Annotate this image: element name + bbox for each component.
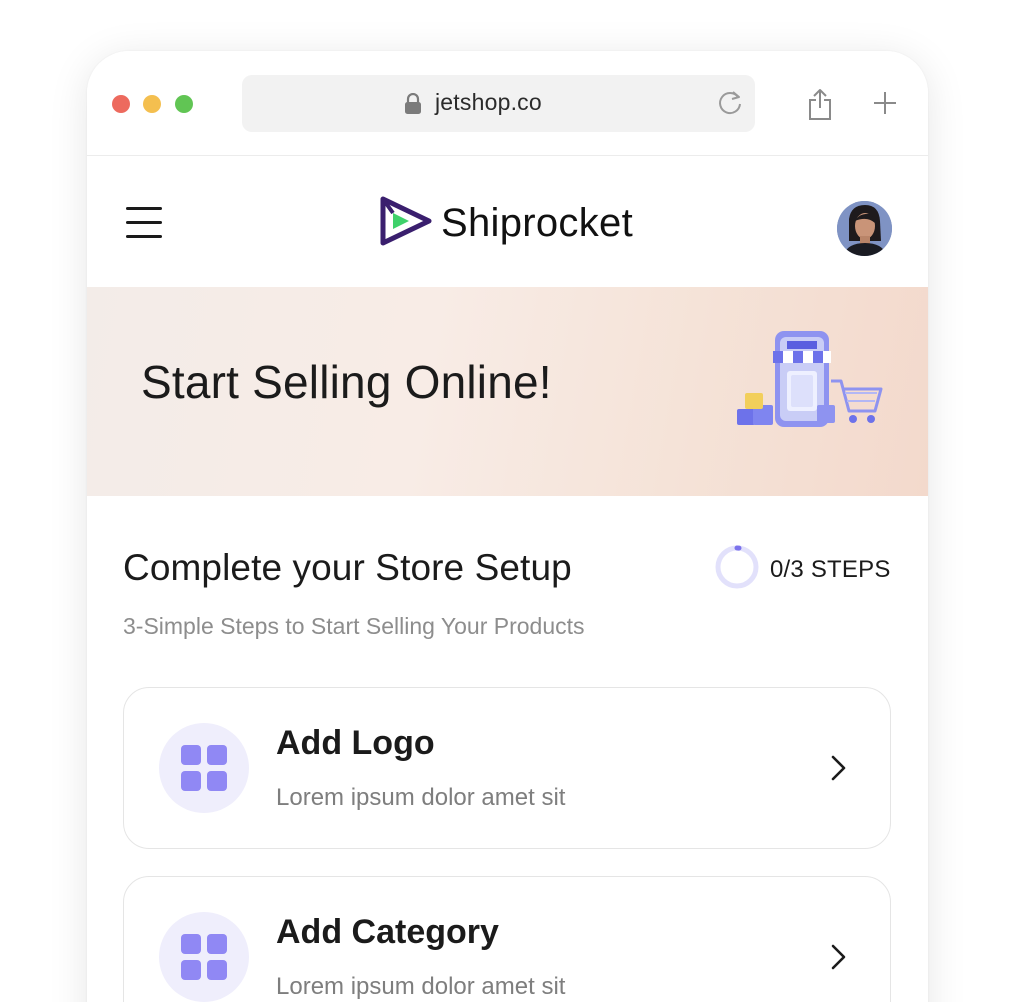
task-title: Add Category xyxy=(276,913,499,951)
task-card-add-category[interactable]: Add Category Lorem ipsum dolor amet sit xyxy=(123,876,891,1002)
browser-toolbar: jetshop.co xyxy=(87,51,928,156)
task-icon-wrapper xyxy=(159,723,249,813)
online-store-illustration xyxy=(731,327,891,442)
task-title: Add Logo xyxy=(276,724,435,762)
chevron-right-icon xyxy=(830,943,848,976)
browser-window: jetshop.co Shiprocket Start Selling Onli… xyxy=(87,51,928,1002)
setup-title: Complete your Store Setup xyxy=(123,547,572,588)
chevron-right-icon xyxy=(830,754,848,787)
user-avatar[interactable] xyxy=(837,201,892,256)
shiprocket-logo-icon xyxy=(379,193,433,254)
address-bar[interactable]: jetshop.co xyxy=(242,75,755,132)
task-description: Lorem ipsum dolor amet sit xyxy=(276,973,566,1000)
steps-progress: 0/3 STEPS xyxy=(714,544,891,595)
progress-ring-icon xyxy=(714,544,760,595)
new-tab-icon[interactable] xyxy=(873,91,897,120)
brand-logo[interactable]: Shiprocket xyxy=(379,195,633,251)
task-icon-wrapper xyxy=(159,912,249,1002)
app-header: Shiprocket xyxy=(87,157,928,287)
minimize-window-button[interactable] xyxy=(143,95,161,113)
hamburger-icon[interactable] xyxy=(126,205,162,241)
url-text: jetshop.co xyxy=(435,89,542,115)
close-window-button[interactable] xyxy=(112,95,130,113)
zoom-window-button[interactable] xyxy=(175,95,193,113)
setup-subtitle: 3-Simple Steps to Start Selling Your Pro… xyxy=(123,613,585,639)
task-description: Lorem ipsum dolor amet sit xyxy=(276,784,566,811)
brand-name: Shiprocket xyxy=(441,200,633,245)
banner-title: Start Selling Online! xyxy=(141,356,552,408)
lock-icon xyxy=(404,92,422,120)
share-icon[interactable] xyxy=(807,87,833,126)
task-card-add-logo[interactable]: Add Logo Lorem ipsum dolor amet sit xyxy=(123,687,891,849)
grid-icon xyxy=(181,745,227,791)
steps-count: 0/3 STEPS xyxy=(770,555,891,583)
grid-icon xyxy=(181,934,227,980)
reload-icon[interactable] xyxy=(715,88,745,123)
promo-banner: Start Selling Online! xyxy=(87,287,928,496)
